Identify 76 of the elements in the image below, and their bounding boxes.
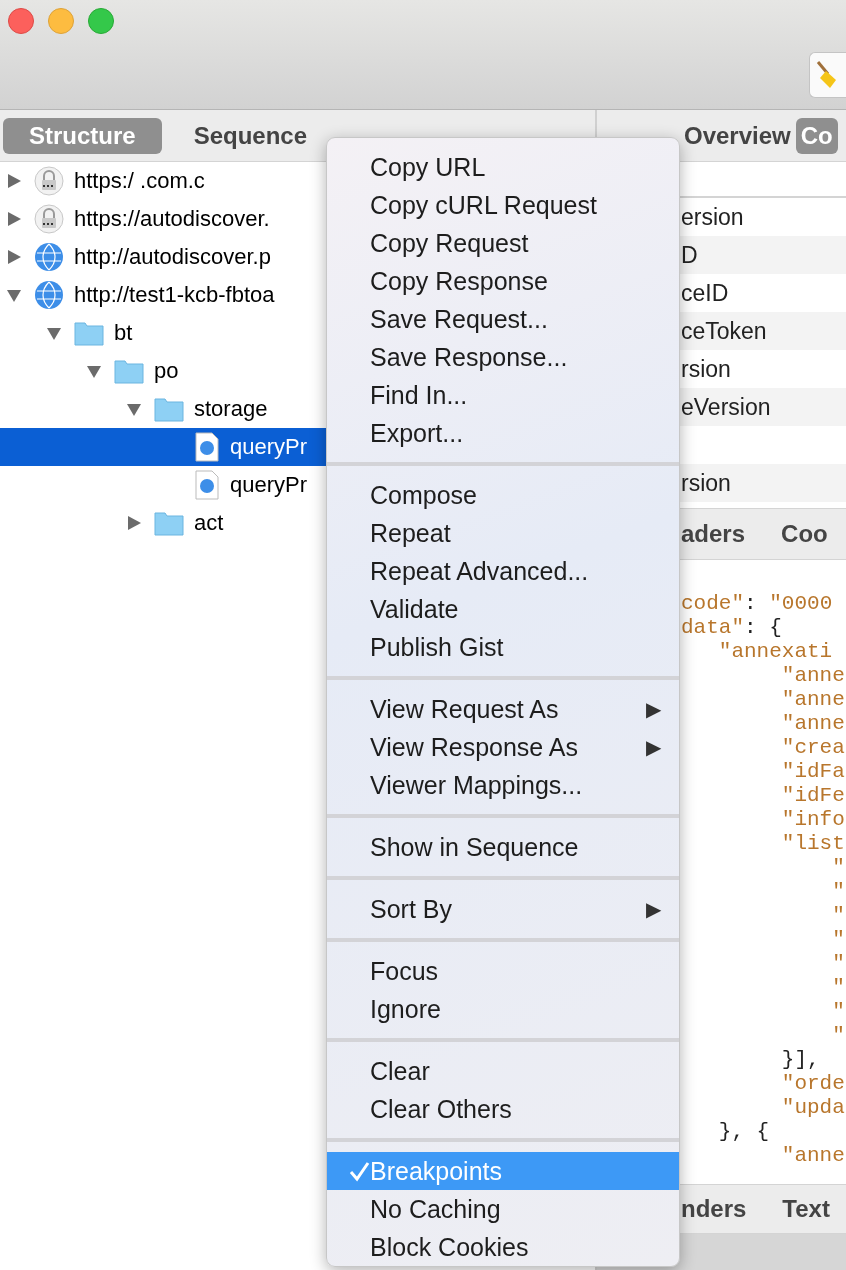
code-line: "idFe — [780, 784, 846, 808]
code-line: " — [831, 1024, 846, 1048]
code-line: " — [831, 856, 846, 880]
property-name: D — [681, 241, 698, 269]
folder-icon — [114, 358, 144, 384]
disclosure-triangle-icon[interactable] — [5, 248, 23, 266]
menu-item[interactable]: Save Request... — [327, 300, 679, 338]
code-line: " — [831, 952, 846, 976]
padlock-icon — [34, 166, 64, 196]
code-line: " — [831, 976, 846, 1000]
menu-item[interactable]: Block Cookies — [327, 1228, 679, 1266]
menu-item[interactable]: Ignore — [327, 990, 679, 1028]
code-line: "orde — [780, 1072, 846, 1096]
menu-item[interactable]: Focus — [327, 952, 679, 990]
property-name: rsion — [681, 355, 731, 383]
code-line: " — [831, 928, 846, 952]
folder-icon — [74, 320, 104, 346]
document-icon — [194, 470, 220, 500]
menu-item[interactable]: Clear Others — [327, 1090, 679, 1128]
code-line: "list — [780, 832, 846, 856]
tab[interactable]: Text — [782, 1191, 830, 1227]
padlock-icon — [34, 204, 64, 234]
menu-item[interactable]: Copy URL — [327, 148, 679, 186]
property-name: ceToken — [681, 317, 767, 345]
property-name: ersion — [681, 203, 744, 231]
folder-icon — [154, 396, 184, 422]
code-line: "anne — [780, 1144, 846, 1168]
tab[interactable]: aders — [681, 516, 746, 552]
code-line: data": { — [681, 616, 783, 640]
code-line: " — [831, 880, 846, 904]
code-line: "anne — [780, 712, 846, 736]
code-line: }], — [780, 1048, 821, 1072]
menu-item[interactable]: Copy cURL Request — [327, 186, 679, 224]
code-line: "anne — [780, 664, 846, 688]
menu-item[interactable]: View Response As ▶ — [327, 728, 679, 766]
tab[interactable]: Coo — [781, 516, 828, 552]
code-line: }, { — [717, 1120, 771, 1144]
code-line: " — [831, 1000, 846, 1024]
menu-item[interactable]: Publish Gist — [327, 628, 679, 666]
tab[interactable]: Overview — [681, 117, 794, 154]
menu-item[interactable]: Save Response... — [327, 338, 679, 376]
menu-item[interactable]: Clear — [327, 1052, 679, 1090]
menu-item[interactable]: No Caching — [327, 1190, 679, 1228]
code-line: code": "0000 — [681, 592, 834, 616]
menu-item[interactable]: Repeat Advanced... — [327, 552, 679, 590]
tab[interactable]: Sequence — [193, 117, 308, 154]
folder-icon — [154, 510, 184, 536]
disclosure-triangle-icon[interactable] — [5, 210, 23, 228]
code-line: "idFa — [780, 760, 846, 784]
menu-item[interactable]: Repeat — [327, 514, 679, 552]
document-icon — [194, 432, 220, 462]
menu-item[interactable]: Viewer Mappings... — [327, 766, 679, 804]
menu-item[interactable]: Validate — [327, 590, 679, 628]
property-name: eVersion — [681, 393, 771, 421]
disclosure-triangle-icon[interactable] — [125, 514, 143, 532]
code-line: "upda — [780, 1096, 846, 1120]
menu-item[interactable]: Find In... — [327, 376, 679, 414]
code-line: "anne — [780, 688, 846, 712]
disclosure-triangle-icon[interactable] — [5, 172, 23, 190]
menu-item[interactable]: View Request As ▶ — [327, 690, 679, 728]
close-button[interactable] — [8, 8, 34, 34]
menu-item[interactable]: Show in Sequence — [327, 828, 679, 866]
menu-item[interactable]: Sort By ▶ — [327, 890, 679, 928]
menu-item[interactable]: Compose — [327, 476, 679, 514]
globe-icon — [34, 242, 64, 272]
tab[interactable]: nders — [681, 1191, 747, 1227]
menu-item[interactable]: Copy Request — [327, 224, 679, 262]
property-name: rsion — [681, 469, 731, 497]
code-line: "crea — [780, 736, 846, 760]
globe-icon — [34, 280, 64, 310]
menu-item[interactable]: Copy Response — [327, 262, 679, 300]
toolbar-button[interactable] — [809, 52, 846, 98]
property-name: ceID — [681, 279, 729, 307]
code-line: "annexati — [717, 640, 834, 664]
code-line: " — [831, 904, 846, 928]
code-line: "info — [780, 808, 846, 832]
